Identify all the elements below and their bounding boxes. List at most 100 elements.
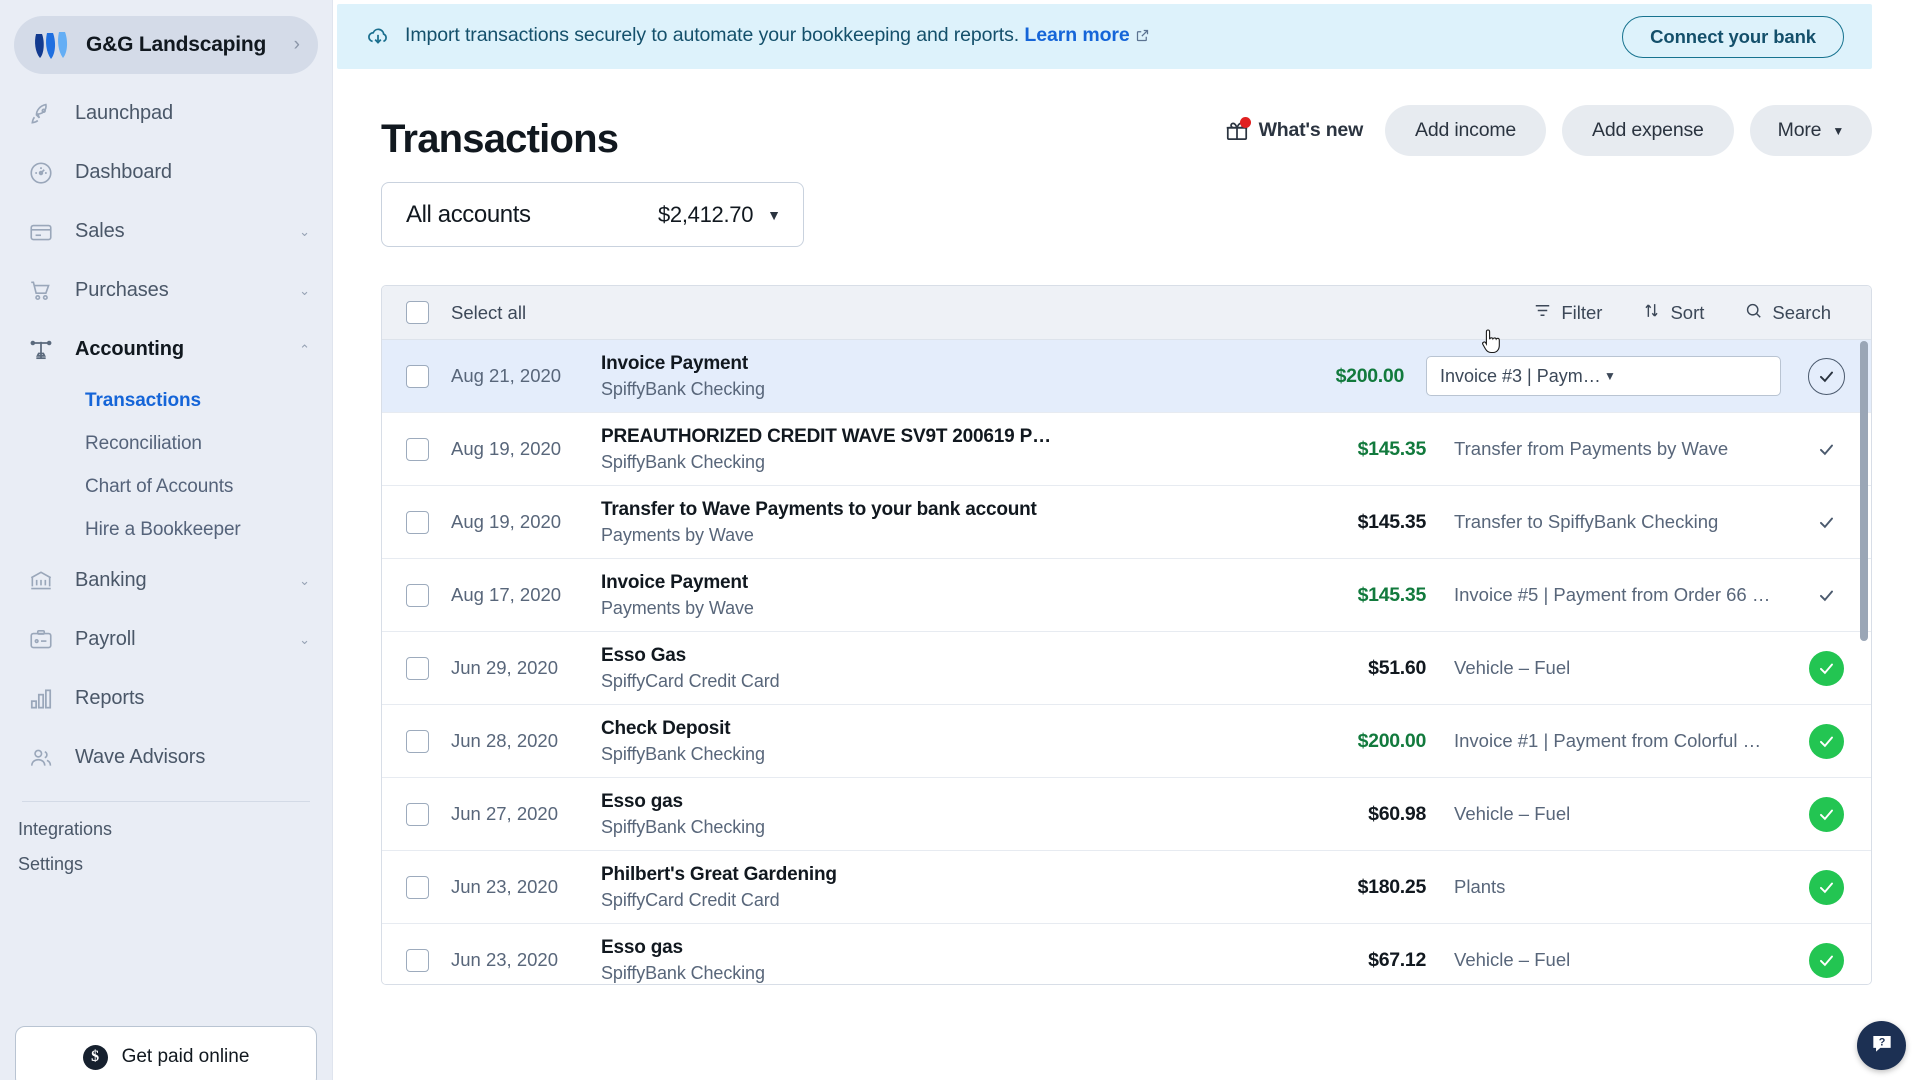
category-cell[interactable]: Vehicle – Fuel — [1426, 803, 1781, 825]
category-cell[interactable]: Invoice #1 | Payment from Colorful … — [1426, 730, 1781, 752]
chevron-up-icon[interactable]: ⌃ — [299, 342, 310, 358]
get-paid-online-button[interactable]: $ Get paid online — [15, 1026, 317, 1080]
sidebar-item-sales[interactable]: Sales ⌄ — [0, 202, 332, 261]
sidebar-item-label: Reports — [75, 687, 145, 709]
sidebar-item-hire-a-bookkeeper[interactable]: Hire a Bookkeeper — [0, 508, 332, 551]
status-verified-icon[interactable] — [1808, 942, 1844, 978]
sidebar-item-payroll[interactable]: Payroll ⌄ — [0, 610, 332, 669]
chevron-down-icon[interactable]: ⌄ — [299, 283, 310, 299]
filter-label: Filter — [1561, 301, 1603, 323]
category-cell[interactable]: Invoice #5 | Payment from Order 66 … — [1426, 584, 1781, 606]
status-verified-icon[interactable] — [1808, 869, 1844, 905]
connect-your-bank-button[interactable]: Connect your bank — [1622, 15, 1844, 58]
add-income-button[interactable]: Add income — [1385, 105, 1547, 156]
sidebar-item-banking[interactable]: Banking ⌄ — [0, 551, 332, 610]
table-scrollbar[interactable] — [1860, 341, 1868, 641]
select-all-label[interactable]: Select all — [451, 302, 526, 324]
sidebar-item-settings[interactable]: Settings — [0, 847, 332, 882]
row-checkbox[interactable] — [406, 802, 429, 826]
sidebar-item-dashboard[interactable]: Dashboard — [0, 143, 332, 202]
transaction-description: Transfer to Wave Payments to your bank a… — [601, 498, 1276, 547]
table-row[interactable]: Aug 17, 2020 Invoice Payment Payments by W… — [382, 559, 1871, 632]
row-checkbox[interactable] — [406, 875, 429, 899]
transaction-account: Payments by Wave — [601, 598, 754, 619]
transaction-status — [1781, 942, 1871, 978]
sidebar-item-accounting[interactable]: Accounting ⌃ — [0, 320, 332, 379]
primary-nav: Launchpad Dashboard Sales ⌄ Purchases ⌄ … — [0, 84, 332, 787]
sidebar-item-wave-advisors[interactable]: Wave Advisors — [0, 728, 332, 787]
gift-icon — [1224, 116, 1251, 144]
transaction-description: Philbert's Great Gardening SpiffyCard Cre… — [601, 863, 1276, 912]
rocket-icon — [24, 97, 58, 131]
table-row[interactable]: Jun 28, 2020 Check Deposit SpiffyBank Chec… — [382, 705, 1871, 778]
chevron-down-icon[interactable]: ⌄ — [299, 224, 310, 240]
sidebar-item-transactions[interactable]: Transactions — [0, 379, 332, 422]
header-actions: What's new Add income Add expense More ▼ — [1224, 105, 1872, 162]
transaction-status — [1781, 796, 1871, 832]
more-button[interactable]: More ▼ — [1749, 105, 1872, 156]
help-button[interactable]: ? — [1857, 1021, 1906, 1070]
account-balance: $2,412.70 — [657, 201, 754, 227]
sidebar-item-label: Wave Advisors — [75, 746, 206, 768]
category-cell[interactable]: Transfer to SpiffyBank Checking — [1426, 511, 1781, 533]
table-row[interactable]: Aug 19, 2020 PREAUTHORIZED CREDIT WAVE SV… — [382, 413, 1871, 486]
table-row[interactable]: Jun 27, 2020 Esso gas SpiffyBank Checking $… — [382, 778, 1871, 851]
category-cell[interactable]: Plants — [1426, 876, 1781, 898]
add-expense-button[interactable]: Add expense — [1562, 105, 1734, 156]
bank-icon — [24, 564, 58, 598]
chevron-down-icon[interactable]: ⌄ — [299, 632, 310, 648]
sidebar-item-launchpad[interactable]: Launchpad — [0, 84, 332, 143]
chevron-down-icon[interactable]: ⌄ — [299, 573, 310, 589]
row-checkbox[interactable] — [406, 948, 429, 972]
dollar-coin-icon: $ — [82, 1044, 108, 1070]
status-check-icon[interactable] — [1817, 440, 1836, 459]
table-row[interactable]: Aug 19, 2020 Transfer to Wave Payments to… — [382, 486, 1871, 559]
table-row[interactable]: Jun 29, 2020 Esso Gas SpiffyCard Credit Ca… — [382, 632, 1871, 705]
row-checkbox[interactable] — [406, 729, 429, 753]
sidebar-item-reports[interactable]: Reports — [0, 669, 332, 728]
status-verified-icon[interactable] — [1808, 650, 1844, 686]
row-checkbox[interactable] — [406, 656, 429, 680]
table-row[interactable]: Jun 23, 2020 Esso gas SpiffyBank Checking $… — [382, 924, 1871, 984]
transaction-account: SpiffyBank Checking — [601, 744, 765, 765]
business-switcher[interactable]: G&G Landscaping › — [14, 16, 318, 74]
transaction-amount: $67.12 — [1368, 948, 1426, 971]
sort-button[interactable]: Sort — [1642, 301, 1704, 325]
table-row[interactable]: Jun 23, 2020 Philbert's Great Gardening Sp… — [382, 851, 1871, 924]
sidebar-item-reconciliation[interactable]: Reconciliation — [0, 422, 332, 465]
account-selector[interactable]: All accounts $2,412.70 ▼ — [381, 182, 804, 247]
transaction-status — [1781, 357, 1871, 395]
row-checkbox[interactable] — [406, 437, 429, 461]
status-verified-icon[interactable] — [1808, 723, 1844, 759]
status-verified-icon[interactable] — [1808, 796, 1844, 832]
search-button[interactable]: Search — [1744, 301, 1831, 325]
category-cell[interactable]: Vehicle – Fuel — [1426, 949, 1781, 971]
transaction-account: SpiffyCard Credit Card — [601, 890, 780, 911]
row-checkbox[interactable] — [406, 510, 429, 534]
table-row[interactable]: Aug 21, 2020 Invoice Payment SpiffyBank Ch… — [382, 340, 1871, 413]
sidebar-item-chart-of-accounts[interactable]: Chart of Accounts — [0, 465, 332, 508]
filter-button[interactable]: Filter — [1533, 301, 1602, 325]
app-root: G&G Landscaping › Launchpad Dashboard Sa… — [0, 0, 1920, 1080]
transaction-date: Jun 28, 2020 — [451, 730, 558, 751]
transaction-title: PREAUTHORIZED CREDIT WAVE SV9T 200619 P… — [601, 425, 1051, 447]
category-cell[interactable]: Vehicle – Fuel — [1426, 657, 1781, 679]
status-review-icon[interactable] — [1807, 357, 1845, 395]
payroll-icon — [24, 623, 58, 657]
transaction-description: Invoice Payment Payments by Wave — [601, 571, 1276, 620]
whats-new-button[interactable]: What's new — [1224, 116, 1363, 144]
filter-icon — [1533, 301, 1552, 325]
row-checkbox[interactable] — [406, 583, 429, 607]
gauge-icon — [24, 156, 58, 190]
status-check-icon[interactable] — [1817, 513, 1836, 532]
status-check-icon[interactable] — [1817, 586, 1836, 605]
row-checkbox[interactable] — [406, 364, 429, 388]
sidebar-item-integrations[interactable]: Integrations — [0, 812, 332, 847]
transaction-amount: $51.60 — [1368, 656, 1426, 679]
sidebar-item-purchases[interactable]: Purchases ⌄ — [0, 261, 332, 320]
category-cell[interactable]: Transfer from Payments by Wave — [1426, 438, 1781, 460]
learn-more-link[interactable]: Learn more — [1024, 24, 1129, 46]
card-icon — [24, 215, 58, 249]
select-all-checkbox[interactable] — [406, 301, 429, 324]
category-select[interactable]: Invoice #3 | Payment from Dismou…▼ — [1426, 356, 1781, 396]
